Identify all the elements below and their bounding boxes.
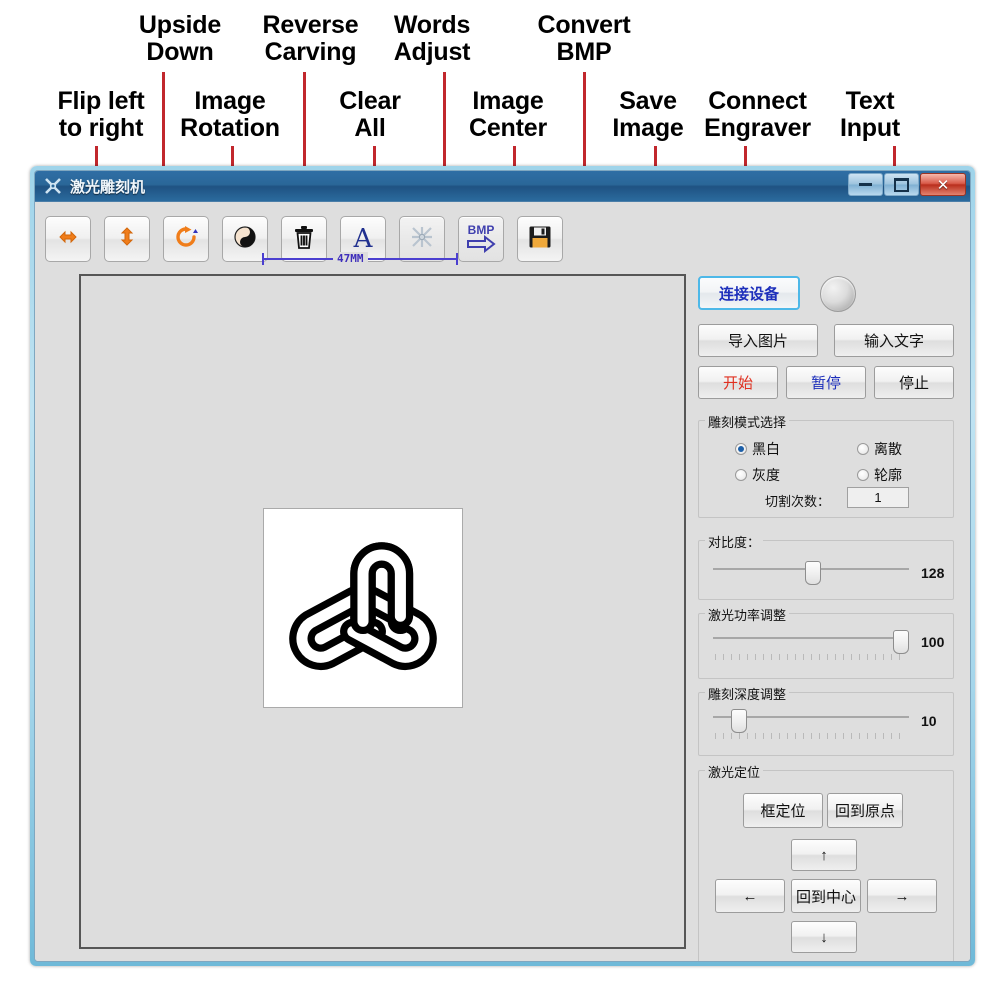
status-led bbox=[820, 276, 856, 312]
laser-power-title: 激光功率调整 bbox=[705, 605, 790, 624]
bmp-arrow-icon: BMP bbox=[464, 221, 498, 258]
flip-vertical-icon bbox=[116, 224, 138, 255]
slider-track bbox=[713, 637, 909, 639]
back-to-center-button[interactable]: 回到中心 bbox=[791, 879, 861, 913]
engraving-mode-title: 雕刻模式选择 bbox=[705, 412, 790, 431]
annotation-image-rotation: Image Rotation bbox=[180, 87, 280, 142]
laser-crosshair-icon bbox=[43, 176, 63, 196]
svg-text:BMP: BMP bbox=[468, 223, 495, 237]
annotation-save-image: Save Image bbox=[612, 87, 684, 142]
image-preview[interactable] bbox=[263, 508, 463, 708]
flip-horizontal-button[interactable] bbox=[45, 216, 91, 262]
connect-device-button[interactable]: 连接设备 bbox=[698, 276, 800, 310]
window-title: 激光雕刻机 bbox=[70, 178, 146, 196]
mode-radio-label: 轮廓 bbox=[874, 467, 902, 483]
main-toolbar: A BMP bbox=[45, 210, 962, 268]
import-image-button[interactable]: 导入图片 bbox=[698, 324, 818, 357]
radio-dot bbox=[735, 443, 747, 455]
laser-power-value: 100 bbox=[921, 634, 945, 650]
contrast-group: 对比度： 128 bbox=[698, 532, 954, 600]
radio-dot bbox=[735, 469, 747, 481]
slider-thumb[interactable] bbox=[731, 709, 747, 733]
mode-radio-label: 灰度 bbox=[752, 467, 780, 483]
engraving-mode-group: 雕刻模式选择 黑白 离散 灰度 轮廓 切割次数： 1 bbox=[698, 412, 954, 518]
mode-radio-dither[interactable]: 离散 bbox=[857, 439, 902, 459]
move-right-button[interactable]: → bbox=[867, 879, 937, 913]
convert-bmp-button[interactable]: BMP bbox=[458, 216, 504, 262]
svg-text:A: A bbox=[353, 224, 374, 251]
move-left-button[interactable]: ← bbox=[715, 879, 785, 913]
ruler-vertical: 41MM bbox=[34, 590, 35, 788]
engraving-canvas[interactable] bbox=[79, 274, 686, 949]
laser-power-slider[interactable] bbox=[713, 630, 909, 662]
laser-power-group: 激光功率调整 100 bbox=[698, 605, 954, 679]
rotate-button[interactable] bbox=[163, 216, 209, 262]
slider-thumb[interactable] bbox=[805, 561, 821, 585]
start-button[interactable]: 开始 bbox=[698, 366, 778, 399]
stop-button[interactable]: 停止 bbox=[874, 366, 954, 399]
mode-radio-gray[interactable]: 灰度 bbox=[735, 465, 780, 485]
floppy-disk-icon bbox=[527, 224, 553, 255]
mode-radio-bw[interactable]: 黑白 bbox=[735, 439, 780, 459]
close-button[interactable]: ✕ bbox=[920, 173, 966, 196]
window-titlebar[interactable]: 激光雕刻机 ✕ bbox=[35, 171, 970, 202]
yin-yang-icon bbox=[233, 225, 257, 254]
annotation-reverse-carving: Reverse Carving bbox=[262, 11, 359, 66]
slider-thumb[interactable] bbox=[893, 630, 909, 654]
minimize-button[interactable] bbox=[848, 173, 883, 196]
annotation-connect-engraver: Connect Engraver bbox=[704, 87, 811, 142]
mode-radio-label: 离散 bbox=[874, 441, 902, 457]
ruler-horizontal: 47MM bbox=[261, 252, 459, 266]
cut-count-input[interactable]: 1 bbox=[847, 487, 909, 508]
contrast-value: 128 bbox=[921, 565, 945, 581]
laser-positioning-group: 激光定位 框定位 回到原点 ↑ ← 回到中心 → ↓ bbox=[698, 762, 954, 961]
radio-dot bbox=[857, 443, 869, 455]
rotate-clockwise-icon bbox=[173, 224, 199, 255]
contrast-slider[interactable] bbox=[713, 561, 909, 591]
center-star-icon bbox=[409, 224, 435, 255]
carving-depth-group: 雕刻深度调整 10 bbox=[698, 684, 954, 756]
annotation-image-center: Image Center bbox=[469, 87, 547, 142]
mode-radio-outline[interactable]: 轮廓 bbox=[857, 465, 902, 485]
canvas-wrapper: 47MM 41MM bbox=[45, 252, 686, 953]
radio-dot bbox=[857, 469, 869, 481]
annotation-upside-down: Upside Down bbox=[138, 11, 222, 66]
pause-button[interactable]: 暂停 bbox=[786, 366, 866, 399]
cut-count-label: 切割次数： bbox=[765, 494, 831, 509]
window-controls: ✕ bbox=[847, 173, 966, 196]
carving-depth-title: 雕刻深度调整 bbox=[705, 684, 790, 703]
move-down-button[interactable]: ↓ bbox=[791, 921, 857, 953]
carving-depth-slider[interactable] bbox=[713, 709, 909, 741]
text-input-button[interactable]: 输入文字 bbox=[834, 324, 954, 357]
control-panel: 连接设备 导入图片 输入文字 开始 暂停 停止 雕刻模式选择 黑白 离散 灰度 … bbox=[694, 268, 962, 961]
application-window: 激光雕刻机 ✕ A BMP 47MM 连接设备 导入图片 输入文字 开始 暂停 … bbox=[30, 166, 975, 966]
body-row: 47MM 41MM bbox=[45, 252, 962, 961]
contrast-title: 对比度： bbox=[705, 532, 764, 551]
trefoil-knot-logo bbox=[278, 521, 448, 696]
back-to-origin-button[interactable]: 回到原点 bbox=[827, 793, 903, 828]
carving-depth-value: 10 bbox=[921, 713, 937, 729]
move-up-button[interactable]: ↑ bbox=[791, 839, 857, 871]
window-inner: 激光雕刻机 ✕ A BMP 47MM 连接设备 导入图片 输入文字 开始 暂停 … bbox=[34, 170, 971, 962]
annotation-clear-all: Clear All bbox=[339, 87, 401, 142]
save-image-button[interactable] bbox=[517, 216, 563, 262]
maximize-button[interactable] bbox=[884, 173, 919, 196]
ruler-width-label: 47MM bbox=[333, 252, 368, 265]
laser-positioning-title: 激光定位 bbox=[705, 762, 764, 781]
slider-ticks bbox=[715, 654, 907, 660]
annotation-words-adjust: Words Adjust bbox=[393, 11, 471, 66]
flip-vertical-button[interactable] bbox=[104, 216, 150, 262]
frame-position-button[interactable]: 框定位 bbox=[743, 793, 823, 828]
trash-icon bbox=[292, 224, 316, 255]
slider-ticks bbox=[715, 733, 907, 739]
annotation-convert-bmp: Convert BMP bbox=[537, 11, 631, 66]
letter-a-icon: A bbox=[350, 223, 376, 256]
mode-radio-label: 黑白 bbox=[752, 441, 780, 457]
window-client-area: A BMP 47MM 连接设备 导入图片 输入文字 开始 暂停 停止 雕刻模式选… bbox=[35, 202, 970, 961]
flip-horizontal-icon bbox=[55, 226, 81, 253]
annotation-flip-left-to-right: Flip left to right bbox=[57, 87, 145, 142]
annotation-text-input: Text Input bbox=[839, 87, 901, 142]
